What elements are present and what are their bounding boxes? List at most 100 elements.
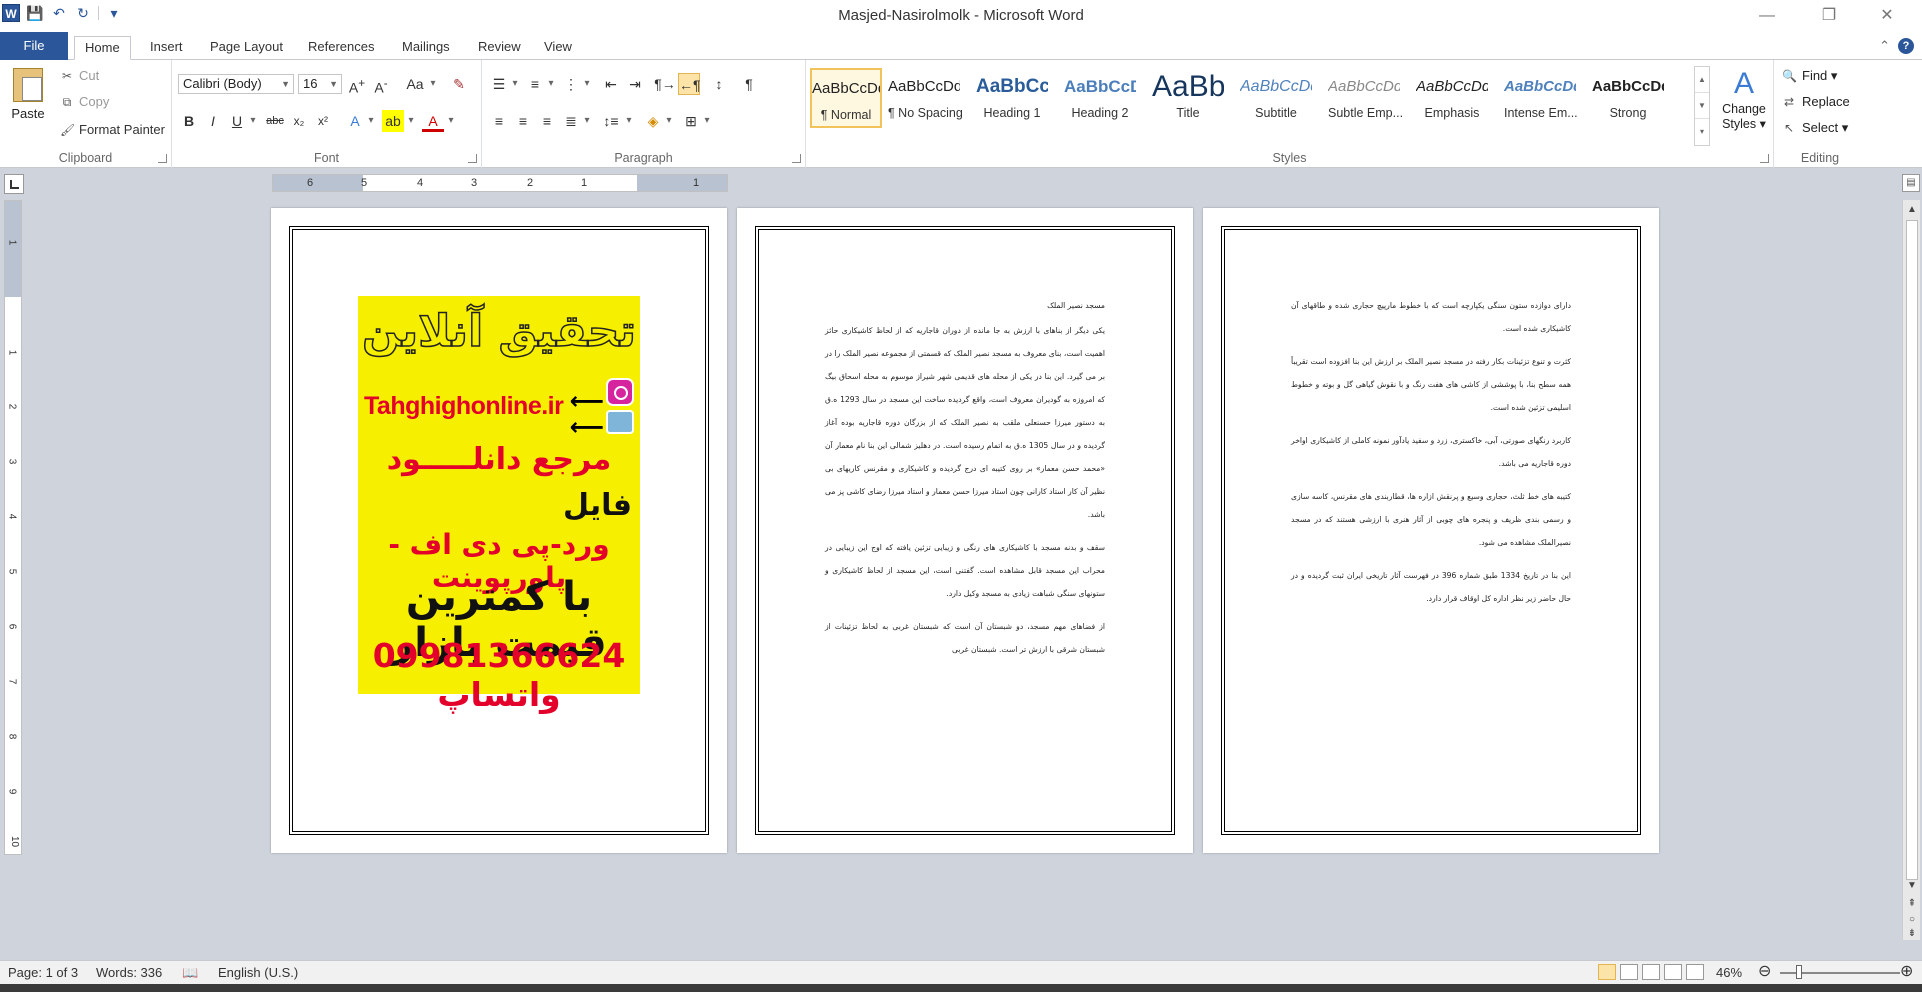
horizontal-ruler[interactable]: 6 5 4 3 2 1 1 bbox=[272, 174, 728, 192]
chevron-down-icon[interactable]: ▾ bbox=[248, 110, 258, 132]
font-launcher-icon[interactable] bbox=[468, 154, 477, 163]
multilevel-list-icon[interactable]: ⋮ bbox=[560, 73, 582, 95]
clear-formatting-icon[interactable]: ✎ bbox=[448, 73, 470, 95]
tab-file[interactable]: File bbox=[0, 32, 68, 60]
scroll-up-icon[interactable]: ▲ bbox=[1903, 204, 1921, 215]
document-page-3[interactable]: دارای دوازده ستون سنگی یکپارچه است که با… bbox=[1203, 208, 1659, 853]
copy-button[interactable]: ⧉ Copy bbox=[60, 94, 110, 109]
next-page-icon[interactable]: ⇟ bbox=[1903, 928, 1921, 939]
zoom-level[interactable]: 46% bbox=[1716, 965, 1742, 980]
select-button[interactable]: ↖ Select ▾ bbox=[1782, 120, 1848, 136]
help-icon[interactable]: ? bbox=[1898, 38, 1914, 54]
chevron-down-icon[interactable]: ▾ bbox=[582, 110, 592, 132]
tab-selector-icon[interactable] bbox=[4, 174, 24, 194]
print-layout-icon[interactable] bbox=[1598, 964, 1616, 980]
scroll-up-icon[interactable]: ▲ bbox=[1695, 67, 1709, 93]
chevron-down-icon[interactable]: ▾ bbox=[446, 110, 456, 132]
style-heading-2[interactable]: AaBbCcDdEe Heading 2 bbox=[1064, 68, 1136, 128]
ltr-direction-icon[interactable]: ¶→ bbox=[654, 73, 676, 95]
change-styles-button[interactable]: A Change Styles ▾ bbox=[1718, 66, 1770, 131]
style-normal[interactable]: AaBbCcDdEe ¶ Normal bbox=[810, 68, 882, 128]
style-no-spacing[interactable]: AaBbCcDdEe ¶ No Spacing bbox=[888, 68, 963, 128]
style-subtle-emphasis[interactable]: AaBbCcDdEe Subtle Emp... bbox=[1328, 68, 1403, 128]
bold-icon[interactable]: B bbox=[178, 110, 200, 132]
zoom-slider-thumb[interactable] bbox=[1796, 965, 1802, 979]
chevron-down-icon[interactable]: ▾ bbox=[624, 110, 634, 132]
strikethrough-icon[interactable]: abc bbox=[264, 110, 286, 132]
full-screen-reading-icon[interactable] bbox=[1620, 964, 1638, 980]
subscript-icon[interactable]: x₂ bbox=[288, 110, 310, 132]
shrink-font-icon[interactable]: A- bbox=[370, 73, 392, 96]
sort-icon[interactable]: ↕ bbox=[708, 73, 730, 95]
change-case-icon[interactable]: Aa bbox=[404, 73, 426, 95]
style-title[interactable]: AaBbCcDdEe Title bbox=[1152, 68, 1224, 128]
document-page-1[interactable]: تحقیق آنلاین ⟵ ⟵ Tahghighonline.ir مرجع د… bbox=[271, 208, 727, 853]
chevron-down-icon[interactable]: ▾ bbox=[664, 110, 674, 132]
minimize-button[interactable]: — bbox=[1744, 4, 1790, 28]
numbering-icon[interactable]: ≡ bbox=[524, 73, 546, 95]
increase-indent-icon[interactable]: ⇥ bbox=[624, 73, 646, 95]
format-painter-button[interactable]: 🖌 Format Painter bbox=[60, 122, 165, 137]
close-button[interactable]: ✕ bbox=[1864, 4, 1910, 28]
justify-icon[interactable]: ≣ bbox=[560, 110, 582, 132]
style-strong[interactable]: AaBbCcDdEe Strong bbox=[1592, 68, 1664, 128]
minimize-ribbon-icon[interactable]: ⌃ bbox=[1879, 38, 1890, 54]
highlight-icon[interactable]: ab bbox=[382, 110, 404, 132]
style-subtitle[interactable]: AaBbCcDdEe Subtitle bbox=[1240, 68, 1312, 128]
tab-review[interactable]: Review bbox=[468, 36, 531, 60]
grow-font-icon[interactable]: A+ bbox=[346, 73, 368, 96]
style-intense-emphasis[interactable]: AaBbCcDdEe Intense Em... bbox=[1504, 68, 1578, 128]
zoom-in-icon[interactable]: ⊕ bbox=[1900, 961, 1913, 981]
vertical-ruler[interactable]: 1 1 2 3 4 5 6 7 8 9 10 bbox=[4, 200, 22, 855]
vertical-scrollbar[interactable]: ▲ ▼ ⇞ ○ ⇟ bbox=[1902, 200, 1920, 940]
word-count[interactable]: Words: 336 bbox=[96, 965, 162, 980]
chevron-down-icon[interactable]: ▾ bbox=[428, 73, 438, 95]
italic-icon[interactable]: I bbox=[202, 110, 224, 132]
align-right-icon[interactable]: ≡ bbox=[536, 110, 558, 132]
rtl-direction-icon[interactable]: ←¶ bbox=[678, 73, 701, 95]
superscript-icon[interactable]: x² bbox=[312, 110, 334, 132]
shading-icon[interactable]: ◈ bbox=[642, 110, 664, 132]
font-size-combo[interactable]: 16 ▼ bbox=[298, 74, 342, 94]
tab-page-layout[interactable]: Page Layout bbox=[200, 36, 293, 60]
scroll-down-icon[interactable]: ▼ bbox=[1695, 93, 1709, 119]
more-styles-icon[interactable]: ▾ bbox=[1695, 119, 1709, 145]
draft-view-icon[interactable] bbox=[1686, 964, 1704, 980]
decrease-indent-icon[interactable]: ⇤ bbox=[600, 73, 622, 95]
underline-icon[interactable]: U bbox=[226, 110, 248, 132]
tab-view[interactable]: View bbox=[534, 36, 582, 60]
chevron-down-icon[interactable]: ▾ bbox=[510, 73, 520, 95]
show-hide-marks-icon[interactable]: ¶ bbox=[738, 73, 760, 95]
paragraph-launcher-icon[interactable] bbox=[792, 154, 801, 163]
align-center-icon[interactable]: ≡ bbox=[512, 110, 534, 132]
outline-view-icon[interactable] bbox=[1664, 964, 1682, 980]
select-browse-object-icon[interactable]: ○ bbox=[1903, 914, 1921, 925]
borders-icon[interactable]: ⊞ bbox=[680, 110, 702, 132]
find-button[interactable]: 🔍 Find ▾ bbox=[1782, 68, 1837, 84]
clipboard-launcher-icon[interactable] bbox=[158, 154, 167, 163]
font-color-icon[interactable]: A bbox=[422, 110, 444, 132]
bullets-icon[interactable]: ☰ bbox=[488, 73, 510, 95]
tab-mailings[interactable]: Mailings bbox=[392, 36, 460, 60]
scrollbar-thumb[interactable] bbox=[1906, 220, 1918, 880]
document-page-2[interactable]: مسجد نصیر الملک یکی دیگر از بناهای با ار… bbox=[737, 208, 1193, 853]
language-indicator[interactable]: English (U.S.) bbox=[218, 965, 298, 980]
chevron-down-icon[interactable]: ▾ bbox=[582, 73, 592, 95]
restore-button[interactable]: ❐ bbox=[1806, 4, 1852, 28]
text-effects-icon[interactable]: A bbox=[344, 110, 366, 132]
scroll-down-icon[interactable]: ▼ bbox=[1903, 880, 1921, 891]
tab-home[interactable]: Home bbox=[74, 36, 131, 60]
line-spacing-icon[interactable]: ↕≡ bbox=[600, 110, 622, 132]
tab-insert[interactable]: Insert bbox=[140, 36, 193, 60]
chevron-down-icon[interactable]: ▾ bbox=[406, 110, 416, 132]
web-layout-icon[interactable] bbox=[1642, 964, 1660, 980]
style-heading-1[interactable]: AaBbCcDdEe Heading 1 bbox=[976, 68, 1048, 128]
previous-page-icon[interactable]: ⇞ bbox=[1903, 898, 1921, 909]
view-ruler-icon[interactable]: ▤ bbox=[1902, 174, 1920, 192]
chevron-down-icon[interactable]: ▾ bbox=[366, 110, 376, 132]
font-name-combo[interactable]: Calibri (Body) ▼ bbox=[178, 74, 294, 94]
align-left-icon[interactable]: ≡ bbox=[488, 110, 510, 132]
tab-references[interactable]: References bbox=[298, 36, 384, 60]
chevron-down-icon[interactable]: ▾ bbox=[702, 110, 712, 132]
style-emphasis[interactable]: AaBbCcDdEe Emphasis bbox=[1416, 68, 1488, 128]
